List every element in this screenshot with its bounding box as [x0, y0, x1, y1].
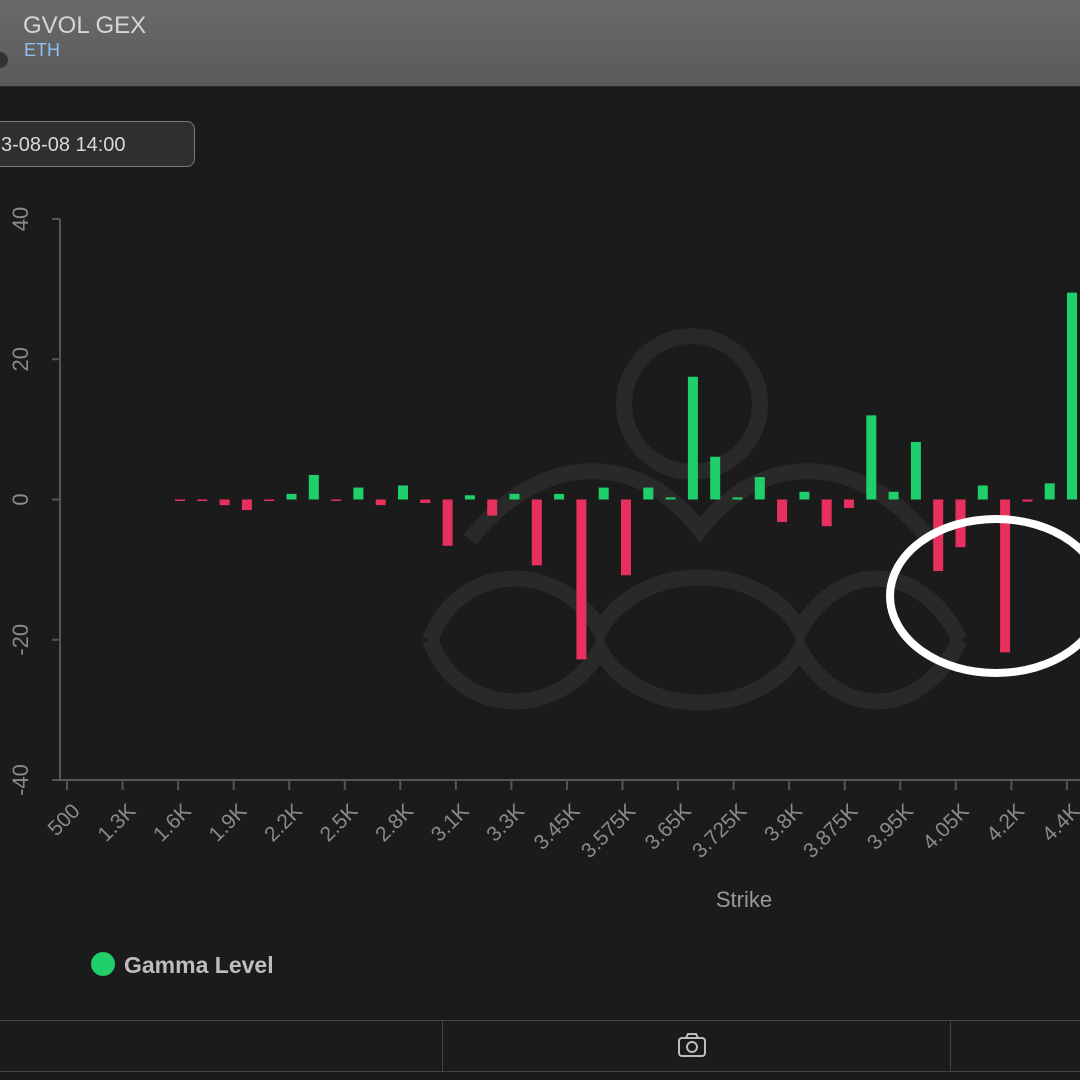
bar [977, 485, 988, 500]
bar [175, 499, 185, 501]
bar [576, 499, 587, 660]
chart-axes [52, 218, 1080, 790]
camera-icon [678, 1033, 706, 1057]
x-tick-label: 4.4K [1038, 799, 1080, 846]
bar [710, 456, 721, 500]
y-tick-label: 0 [8, 493, 33, 505]
bar [353, 487, 364, 500]
bar [420, 499, 431, 504]
bar [531, 499, 542, 566]
footer-divider [950, 1021, 951, 1071]
bar [844, 499, 854, 508]
x-tick-label: 3.875K [799, 799, 862, 862]
bar [331, 499, 342, 501]
bar [910, 441, 921, 500]
bar [1022, 499, 1033, 502]
x-tick-label: 1.9K [205, 799, 252, 846]
bar [754, 477, 765, 500]
bar [442, 499, 453, 546]
x-tick-label: 4.2K [982, 799, 1029, 846]
x-tick-label: 1.6K [149, 799, 196, 846]
bar [197, 499, 208, 501]
x-tick-label: 3.95K [863, 799, 918, 854]
screenshot-button[interactable] [666, 1023, 718, 1069]
bar [799, 491, 810, 500]
bar [241, 499, 252, 511]
bar [621, 499, 631, 576]
x-tick-label: 500 [44, 799, 85, 840]
x-tick-label: 2.5K [316, 799, 363, 846]
bar [665, 497, 676, 500]
bar [554, 493, 565, 500]
y-tick-label: -40 [8, 764, 33, 796]
gamma-bar-chart: 40200-20-40500 1.3K 1.6K 1.9K 2.2K 2.5K 2.8K 3.… [8, 207, 1080, 912]
x-tick-label: 2.2K [260, 799, 307, 846]
bar [398, 485, 408, 500]
x-tick-label: 1.3K [93, 799, 140, 846]
bar [732, 497, 743, 500]
y-tick-label: 40 [8, 207, 33, 231]
x-axis-title: Strike [716, 887, 772, 912]
x-tick-label: 3.1K [427, 799, 474, 846]
x-tick-label: 2.8K [371, 799, 418, 846]
bar [264, 499, 275, 501]
legend-swatch [91, 952, 115, 976]
x-tick-label: 3.8K [760, 799, 807, 846]
panel-footer [0, 1020, 1080, 1072]
bar [687, 376, 698, 500]
x-tick-label: 3.575K [577, 799, 640, 862]
x-tick-label: 3.3K [482, 799, 529, 846]
x-tick-label: 4.05K [918, 799, 973, 854]
bar [777, 499, 788, 522]
bar [375, 499, 386, 506]
bar [464, 495, 475, 500]
bar [308, 474, 319, 500]
bar [643, 487, 654, 500]
bar [1044, 483, 1055, 500]
bar [598, 487, 609, 500]
y-tick-label: 20 [8, 347, 33, 371]
bar [509, 493, 520, 500]
y-tick-label: -20 [8, 624, 33, 656]
bar [866, 415, 877, 500]
bar [888, 491, 899, 500]
bar [821, 499, 832, 527]
legend-label: Gamma Level [124, 952, 274, 978]
bar [1067, 292, 1077, 500]
bar [286, 493, 297, 500]
bar [219, 499, 230, 506]
bar [487, 499, 498, 516]
x-tick-label: 3.725K [688, 799, 751, 862]
footer-divider [442, 1021, 443, 1071]
